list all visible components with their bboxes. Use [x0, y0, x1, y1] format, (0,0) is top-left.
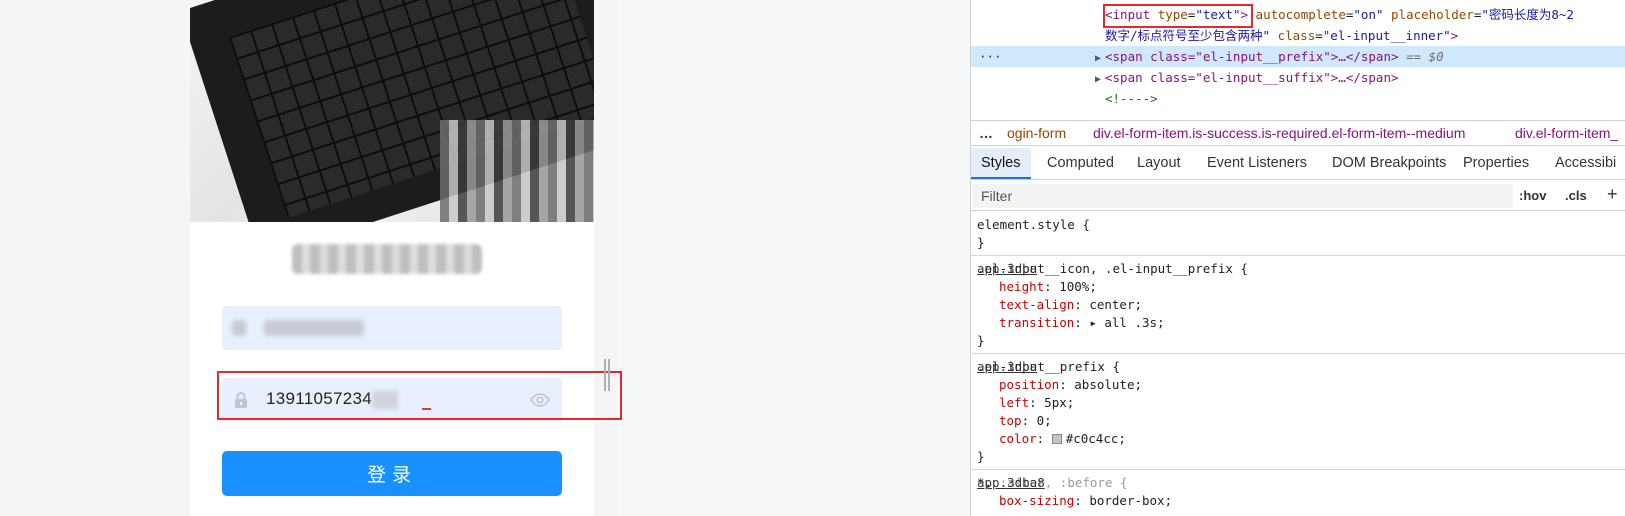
prop-value: center; — [1089, 297, 1143, 312]
val-autocomplete: "on" — [1353, 7, 1384, 22]
tab-event-listeners[interactable]: Event Listeners — [1197, 148, 1317, 179]
val-placeholder-1: "密码长度为8~2 — [1481, 7, 1574, 22]
prop-value: ▸ all .3s; — [1089, 315, 1165, 330]
comment-node: <!----> — [1105, 91, 1158, 106]
prop-name: position — [999, 377, 1060, 392]
dom-node-input-cont[interactable]: 数字/标点符号至少包含两种" class="el-input__inner"> — [971, 25, 1625, 46]
user-icon — [232, 320, 246, 336]
rule-declaration[interactable]: height: 100%; — [999, 278, 1097, 296]
prop-name: height — [999, 279, 1045, 294]
breadcrumb-item[interactable]: div.el-form-item_ — [1515, 121, 1618, 145]
val-class: "el-input__inner" — [1322, 28, 1451, 43]
dom-node-comment[interactable]: <!----> — [971, 88, 1625, 109]
attr-placeholder: placeholder — [1391, 7, 1474, 22]
username-value-blurred — [264, 320, 364, 336]
tab-styles[interactable]: Styles — [971, 148, 1031, 179]
rule-declaration[interactable]: top: 0; — [999, 412, 1052, 430]
rule-source-link[interactable]: app.3dba8 — [977, 474, 1047, 492]
prop-name: text-align — [999, 297, 1075, 312]
prop-value: border-box; — [1089, 493, 1173, 508]
hero-image — [190, 0, 594, 222]
prop-value: absolute; — [1074, 377, 1143, 392]
prop-value: 0; — [1036, 413, 1052, 428]
login-form: 13911057234 登录 — [190, 222, 594, 516]
rule-declaration[interactable]: box-sizing: border-box; — [999, 492, 1172, 510]
lock-icon — [232, 391, 250, 409]
rule-declaration[interactable]: left: 5px; — [999, 394, 1074, 412]
dom-node-input[interactable]: <input type="text"> autocomplete="on" pl… — [971, 4, 1625, 28]
expand-triangle-icon[interactable]: ▶ — [1095, 69, 1105, 90]
rule-close: } — [977, 333, 985, 348]
tab-properties[interactable]: Properties — [1453, 148, 1539, 179]
text-cursor — [422, 408, 431, 410]
rule-close: } — [977, 235, 985, 250]
resize-handle[interactable] — [604, 359, 610, 391]
hero-pixelated-area — [440, 120, 594, 222]
hov-toggle[interactable]: :hov — [1519, 188, 1546, 203]
rule-source-link[interactable]: app.3dba — [977, 358, 1047, 376]
prop-name: color — [999, 431, 1037, 446]
breadcrumb-item[interactable]: div.el-form-item.is-success.is-required.… — [1093, 121, 1465, 145]
styles-rules: element.style { } .el-input__icon, .el-i… — [971, 212, 1625, 516]
span-suffix-markup: <span class="el-input__suffix">…</span> — [1105, 70, 1399, 85]
node-menu-icon[interactable]: ··· — [979, 46, 1002, 67]
rule-close: } — [977, 449, 985, 464]
prop-value: 5px; — [1044, 395, 1075, 410]
style-rule: .el-input__icon, .el-input__prefix { app… — [971, 256, 1625, 354]
tab-computed[interactable]: Computed — [1037, 148, 1124, 179]
elements-tree: <input type="text"> autocomplete="on" pl… — [971, 0, 1625, 112]
prop-name: top — [999, 413, 1022, 428]
tag-close: > — [1450, 28, 1459, 43]
dom-node-prefix-span[interactable]: ··· ▶ <span class="el-input__prefix">…</s… — [971, 46, 1625, 67]
tab-accessibility[interactable]: Accessibi — [1545, 148, 1625, 179]
eye-icon[interactable] — [530, 391, 550, 409]
selected-marker: == $0 — [1406, 49, 1444, 64]
rule-declaration[interactable]: text-align: center; — [999, 296, 1142, 314]
expand-triangle-icon[interactable]: ▶ — [1095, 48, 1105, 69]
rule-declaration[interactable]: position: absolute; — [999, 376, 1142, 394]
tab-layout[interactable]: Layout — [1127, 148, 1191, 179]
form-title-blurred — [292, 244, 482, 274]
password-value[interactable]: 13911057234 — [266, 389, 372, 409]
login-button[interactable]: 登录 — [222, 451, 562, 496]
styles-filter-input[interactable] — [973, 184, 1513, 208]
attr-autocomplete: autocomplete — [1255, 7, 1346, 22]
rule-declaration[interactable]: color: #c0c4cc; — [999, 430, 1126, 448]
prop-name: left — [999, 395, 1030, 410]
sidebar-tabs: Styles Computed Layout Event Listeners D… — [971, 148, 1625, 180]
breadcrumb-item[interactable]: ogin-form — [1007, 121, 1066, 145]
prop-value: 100%; — [1059, 279, 1097, 294]
styles-toolbar: :hov .cls + — [971, 181, 1625, 211]
username-field[interactable] — [222, 306, 562, 350]
style-rule: element.style { } — [971, 212, 1625, 256]
breadcrumb: … ogin-form div.el-form-item.is-success.… — [971, 120, 1625, 146]
rule-source-link[interactable]: app.3dba — [977, 260, 1047, 278]
tab-dom-breakpoints[interactable]: DOM Breakpoints — [1322, 148, 1456, 179]
prop-name: transition — [999, 315, 1075, 330]
style-rule: .el-input__prefix { app.3dba position: a… — [971, 354, 1625, 470]
password-partial-blur — [372, 391, 398, 409]
val-placeholder-2: 数字/标点符号至少包含两种" — [1105, 28, 1271, 43]
add-rule-button[interactable]: + — [1607, 184, 1618, 205]
prop-value: #c0c4cc; — [1065, 431, 1126, 446]
rule-declaration[interactable]: transition: ▸ all .3s; — [999, 314, 1165, 332]
screen: 13911057234 登录 <input type="text"> autoc… — [0, 0, 1625, 516]
devtools-panel: <input type="text"> autocomplete="on" pl… — [970, 0, 1625, 516]
span-prefix-markup: <span class="el-input__prefix">…</span> — [1105, 49, 1399, 64]
password-field[interactable]: 13911057234 — [222, 378, 562, 422]
prop-name: box-sizing — [999, 493, 1075, 508]
dom-node-suffix-span[interactable]: ▶ <span class="el-input__suffix">…</span> — [971, 67, 1625, 88]
style-rule: *, :after, :before { app.3dba8 box-sizin… — [971, 470, 1625, 516]
cls-toggle[interactable]: .cls — [1565, 188, 1587, 203]
color-swatch-icon[interactable] — [1051, 434, 1062, 444]
rule-selector[interactable]: element.style { — [977, 216, 1090, 234]
attr-class: class — [1277, 28, 1316, 43]
breadcrumb-more-icon[interactable]: … — [979, 121, 993, 145]
